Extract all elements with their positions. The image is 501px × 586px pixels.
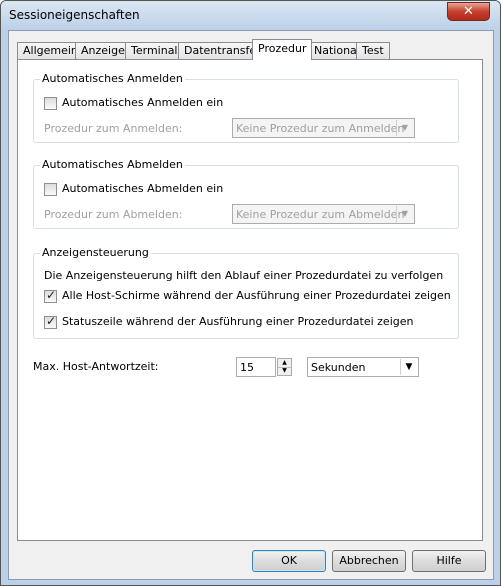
logout-procedure-select[interactable]: Keine Prozedur zum Abmelden ▼ xyxy=(232,204,415,224)
window-title: Sessioneigenschaften xyxy=(9,8,140,22)
login-procedure-label: Prozedur zum Anmelden: xyxy=(44,122,183,135)
auto-login-checkbox[interactable] xyxy=(44,97,57,110)
time-unit-value: Sekunden xyxy=(311,361,366,374)
logout-procedure-label: Prozedur zum Abmelden: xyxy=(44,208,183,221)
host-response-spinner[interactable]: ▲ ▼ xyxy=(277,358,292,376)
auto-login-group: Automatisches Anmelden Automatisches Anm… xyxy=(33,72,459,143)
auto-logout-checkbox[interactable] xyxy=(44,183,57,196)
tab-prozedur[interactable]: Prozedur xyxy=(252,39,313,60)
dialog-client: Allgemein Anzeige Terminal Datentransfer… xyxy=(8,30,494,580)
display-control-legend: Anzeigensteuerung xyxy=(40,246,151,259)
help-button[interactable]: Hilfe xyxy=(412,550,486,572)
chevron-down-icon: ▼ xyxy=(400,359,417,375)
close-button[interactable]: ✕ xyxy=(447,2,490,21)
tab-test[interactable]: Test xyxy=(356,42,390,59)
show-status-line-checkbox[interactable]: ✓ xyxy=(44,314,57,329)
tab-allgemein[interactable]: Allgemein xyxy=(17,42,84,59)
login-procedure-select[interactable]: Keine Prozedur zum Anmelden ▼ xyxy=(232,118,415,138)
host-response-label: Max. Host-Antwortzeit: xyxy=(33,360,159,373)
check-icon: ✓ xyxy=(46,314,57,328)
tab-panel-prozedur: Automatisches Anmelden Automatisches Anm… xyxy=(17,59,483,541)
logout-procedure-value: Keine Prozedur zum Abmelden xyxy=(236,208,405,221)
host-response-value: 15 xyxy=(240,361,254,374)
auto-logout-legend: Automatisches Abmelden xyxy=(40,158,185,171)
display-control-description: Die Anzeigensteuerung hilft den Ablauf e… xyxy=(44,269,444,282)
tab-terminal[interactable]: Terminal xyxy=(125,42,184,59)
show-status-line-label[interactable]: Statuszeile während der Ausführung einer… xyxy=(62,315,413,328)
ok-button[interactable]: OK xyxy=(252,550,326,572)
auto-logout-checkbox-label[interactable]: Automatisches Abmelden ein xyxy=(62,182,223,195)
chevron-down-icon: ▼ xyxy=(396,120,413,136)
auto-login-checkbox-label[interactable]: Automatisches Anmelden ein xyxy=(62,96,223,109)
dialog-window: Sessioneigenschaften ✕ Allgemein Anzeige… xyxy=(0,0,501,586)
auto-logout-group: Automatisches Abmelden Automatisches Abm… xyxy=(33,158,459,229)
tab-anzeige[interactable]: Anzeige xyxy=(75,42,131,59)
close-icon: ✕ xyxy=(463,4,474,19)
display-control-group: Anzeigensteuerung Die Anzeigensteuerung … xyxy=(33,246,459,339)
show-host-screens-checkbox[interactable]: ✓ xyxy=(44,288,57,303)
chevron-down-icon: ▼ xyxy=(396,206,413,222)
host-response-input[interactable]: 15 xyxy=(236,357,276,377)
login-procedure-value: Keine Prozedur zum Anmelden xyxy=(236,122,405,135)
chevron-down-icon[interactable]: ▼ xyxy=(278,367,291,375)
title-bar[interactable]: Sessioneigenschaften ✕ xyxy=(1,1,500,29)
time-unit-select[interactable]: Sekunden ▼ xyxy=(307,357,419,377)
check-icon: ✓ xyxy=(46,288,57,302)
show-host-screens-label[interactable]: Alle Host-Schirme während der Ausführung… xyxy=(62,289,451,302)
auto-login-legend: Automatisches Anmelden xyxy=(40,72,185,85)
cancel-button[interactable]: Abbrechen xyxy=(332,550,406,572)
